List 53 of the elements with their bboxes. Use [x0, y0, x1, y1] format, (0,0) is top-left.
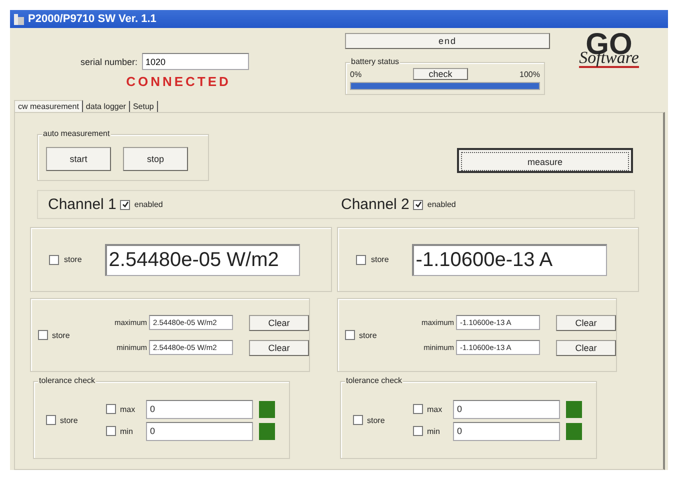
- reading-display: 2.54480e-05 W/m2: [104, 244, 300, 276]
- store-label: store: [371, 255, 389, 264]
- group-title: tolerance check: [38, 376, 96, 385]
- limit-checkbox[interactable]: [413, 426, 423, 436]
- connection-status: CONNECTED: [126, 74, 231, 89]
- auto-measurement-button[interactable]: start: [46, 147, 111, 171]
- store-checkbox[interactable]: [49, 254, 59, 264]
- enabled-label: enabled: [134, 200, 163, 209]
- tab[interactable]: cw measurement: [14, 100, 83, 112]
- window-title: P2000/P9710 SW Ver. 1.1: [28, 13, 156, 25]
- battery-min-label: 0%: [350, 70, 362, 78]
- enabled-checkbox[interactable]: [120, 200, 130, 210]
- auto-measurement-button[interactable]: stop: [123, 147, 188, 171]
- store-checkbox[interactable]: [345, 330, 355, 340]
- clear-button[interactable]: Clear: [556, 314, 616, 330]
- limit-value-field[interactable]: 0: [146, 400, 253, 418]
- serial-number-field[interactable]: 1020: [142, 53, 249, 70]
- reading-display: -1.10600e-13 A: [412, 244, 607, 276]
- battery-max-label: 100%: [520, 70, 540, 78]
- store-label: store: [359, 330, 377, 340]
- limit-value-field[interactable]: 0: [453, 422, 560, 440]
- app-icon: [13, 12, 25, 26]
- store-checkbox[interactable]: [46, 415, 56, 425]
- limit-checkbox[interactable]: [413, 404, 423, 414]
- limit-label: max: [120, 404, 136, 414]
- store-checkbox[interactable]: [356, 254, 366, 264]
- channel-title: Channel 1: [48, 196, 116, 213]
- limit-value-field[interactable]: 0: [146, 422, 253, 440]
- end-button[interactable]: end: [345, 33, 550, 49]
- limit-checkbox[interactable]: [106, 404, 116, 414]
- serial-number-label: serial number:: [80, 56, 138, 66]
- group-title: auto measurement: [42, 129, 111, 138]
- clear-button[interactable]: Clear: [556, 340, 616, 356]
- clear-button[interactable]: Clear: [249, 340, 309, 356]
- clear-button[interactable]: Clear: [249, 314, 309, 330]
- group-title: battery status: [350, 57, 400, 66]
- store-checkbox[interactable]: [353, 415, 363, 425]
- check-button[interactable]: check: [413, 68, 468, 80]
- group-title: tolerance check: [345, 376, 404, 385]
- store-label: store: [52, 330, 70, 340]
- store-label: store: [367, 416, 385, 424]
- enabled-label: enabled: [427, 200, 456, 209]
- limit-value-field[interactable]: 0: [453, 400, 560, 418]
- limit-checkbox[interactable]: [106, 426, 116, 436]
- limit-label: max: [427, 404, 444, 414]
- channel-title: Channel 2: [341, 196, 410, 213]
- store-label: store: [60, 416, 78, 424]
- store-checkbox[interactable]: [38, 330, 48, 340]
- enabled-checkbox[interactable]: [413, 200, 424, 210]
- limit-label: min: [120, 426, 134, 436]
- store-label: store: [64, 255, 82, 264]
- measure-button[interactable]: measure: [457, 148, 633, 173]
- limit-label: min: [427, 426, 441, 436]
